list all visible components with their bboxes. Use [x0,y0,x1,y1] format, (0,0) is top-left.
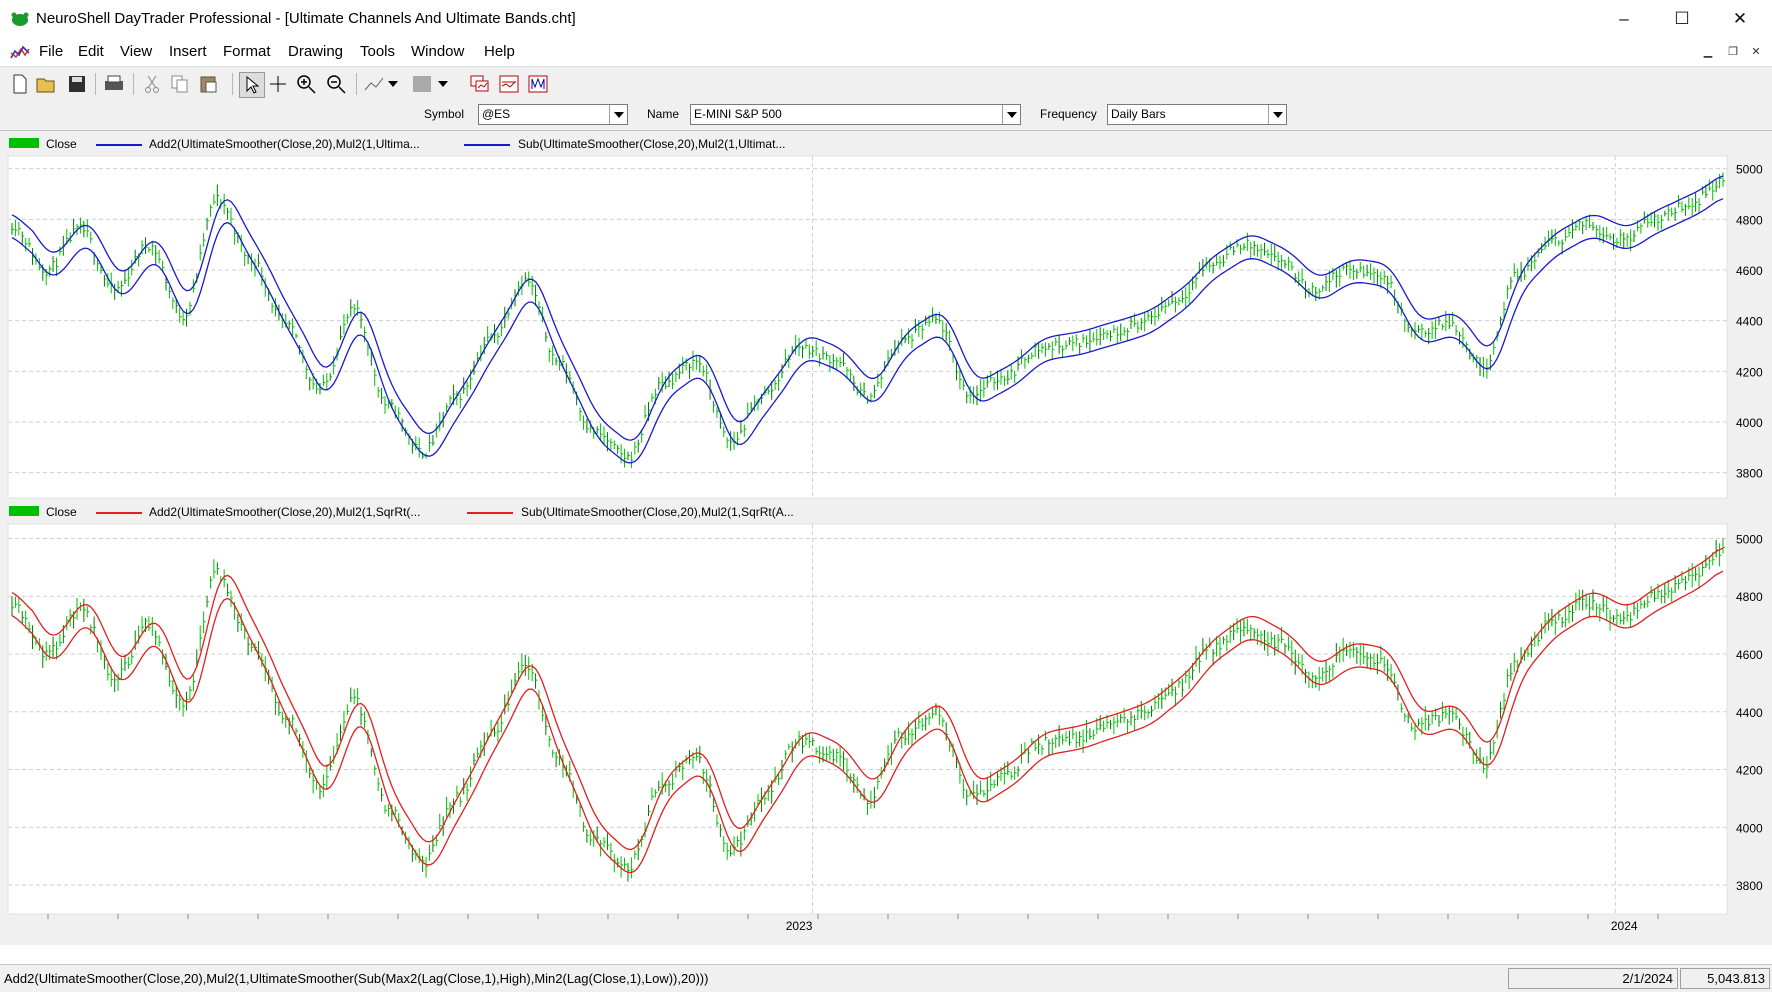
toolbar [0,66,1772,101]
new-file-icon[interactable] [8,72,32,96]
cut-icon[interactable] [140,72,164,96]
name-label: Name [647,107,680,121]
menu-format[interactable]: Format [223,43,271,60]
y-tick-label: 5000 [1736,163,1763,177]
symbol-combo[interactable]: @ES [478,104,628,125]
dropdown-icon[interactable] [436,72,450,96]
y-tick-label: 3800 [1736,879,1763,893]
maximize-button[interactable]: ☐ [1653,4,1711,34]
window-title: NeuroShell DayTrader Professional - [Ult… [36,10,576,27]
menu-window[interactable]: Window [411,43,464,60]
y-tick-label: 4400 [1736,706,1763,720]
app-logo-icon [11,12,29,26]
save-icon[interactable] [65,72,89,96]
menu-bar: File Edit View Insert Format Drawing Too… [0,38,1772,66]
x-tick-label: 2023 [786,919,813,933]
crosshair-icon[interactable] [266,72,290,96]
name-value: E-MINI S&P 500 [694,107,782,121]
menu-view[interactable]: View [120,43,152,60]
pattern-icon[interactable] [410,72,434,96]
mdi-restore-icon[interactable]: ❐ [1724,45,1742,59]
zoom-out-icon[interactable] [324,72,348,96]
status-formula: Add2(UltimateSmoother(Close,20),Mul2(1,U… [4,971,709,986]
toolbar-separator [95,73,96,95]
menu-help[interactable]: Help [484,43,515,60]
frequency-value: Daily Bars [1111,107,1166,121]
toolbar-separator [356,73,357,95]
status-date: 2/1/2024 [1508,968,1678,989]
status-value: 5,043.813 [1680,968,1770,989]
symbol-bar: Symbol @ES Name E-MINI S&P 500 Frequency… [0,100,1772,131]
chart-doc-icon[interactable] [10,43,30,61]
y-tick-label: 5000 [1736,532,1763,546]
y-tick-label: 3800 [1736,467,1763,481]
paste-icon[interactable] [197,72,221,96]
plot-area[interactable] [8,524,1727,914]
close-button[interactable]: ✕ [1711,4,1769,34]
menu-tools[interactable]: Tools [360,43,395,60]
dropdown-icon[interactable] [386,72,400,96]
chart-area: Close Add2(UltimateSmoother(Close,20),Mu… [0,131,1772,945]
x-tick-label: 2024 [1611,919,1638,933]
y-tick-label: 4000 [1736,821,1763,835]
print-icon[interactable] [102,72,126,96]
symbol-value: @ES [482,107,511,121]
y-tick-label: 4400 [1736,315,1763,329]
y-tick-label: 4800 [1736,590,1763,604]
name-combo[interactable]: E-MINI S&P 500 [690,104,1021,125]
y-tick-label: 4600 [1736,648,1763,662]
toolbar-separator [133,73,134,95]
chart-window-icon[interactable] [468,72,492,96]
menu-edit[interactable]: Edit [78,43,104,60]
y-tick-label: 4200 [1736,365,1763,379]
indicator-icon[interactable] [526,72,550,96]
mdi-minimize-icon[interactable]: ▁ [1699,45,1717,59]
frequency-combo[interactable]: Daily Bars [1107,104,1287,125]
status-bar: Add2(UltimateSmoother(Close,20),Mul2(1,U… [0,964,1772,992]
y-tick-label: 4600 [1736,264,1763,278]
draw-line-icon[interactable] [362,72,386,96]
price-chart[interactable]: 3800 4000 4200 4400 4600 4800 5000 3800 4000 4200… [0,131,1772,945]
copy-icon[interactable] [168,72,192,96]
y-tick-label: 4000 [1736,416,1763,430]
title-bar: NeuroShell DayTrader Professional - [Ult… [0,0,1772,38]
open-folder-icon[interactable] [35,72,59,96]
y-tick-label: 4800 [1736,213,1763,227]
symbol-label: Symbol [424,107,465,121]
menu-file[interactable]: File [39,43,63,60]
zoom-in-icon[interactable] [294,72,318,96]
mdi-close-icon[interactable]: ✕ [1747,45,1765,59]
pointer-icon[interactable] [239,72,265,98]
menu-insert[interactable]: Insert [169,43,207,60]
toolbar-separator [232,73,233,95]
chevron-down-icon[interactable] [1002,105,1020,124]
chevron-down-icon[interactable] [1268,105,1286,124]
y-tick-label: 4200 [1736,764,1763,778]
chart-page-icon[interactable] [497,72,521,96]
minimize-button[interactable]: – [1595,4,1653,34]
menu-drawing[interactable]: Drawing [288,43,343,60]
chevron-down-icon[interactable] [609,105,627,124]
frequency-label: Frequency [1040,107,1097,121]
